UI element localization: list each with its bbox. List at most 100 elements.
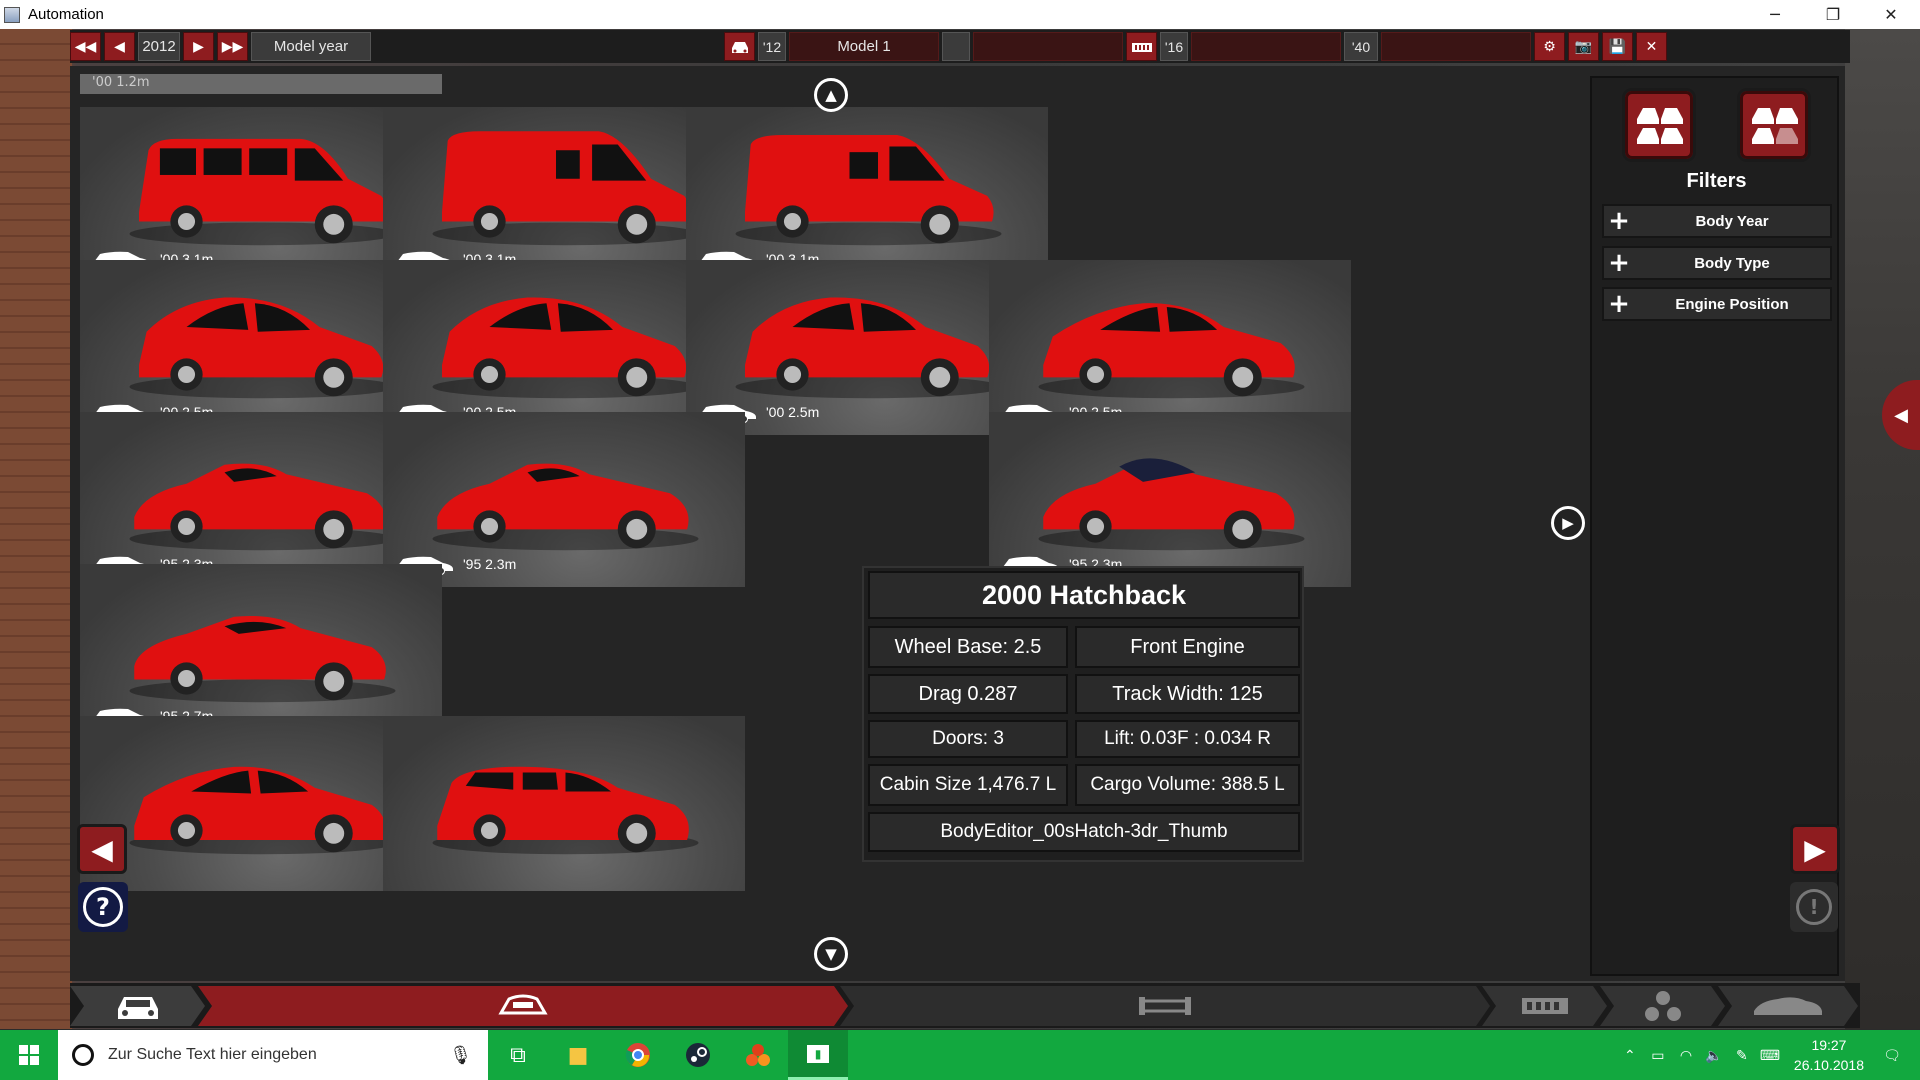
filter-label: Body Year: [1695, 212, 1769, 230]
engine-icon: [1131, 42, 1152, 52]
settings-button[interactable]: ⚙: [1534, 32, 1565, 61]
car-thumbnail: [129, 138, 396, 246]
filter-body-type[interactable]: + Body Type: [1602, 246, 1832, 280]
step-drivetrain[interactable]: [1600, 986, 1725, 1026]
body-card[interactable]: '00 3.1m: [686, 107, 1048, 282]
card-meta-text: '95 2.3m: [463, 556, 517, 572]
help-button[interactable]: ?: [78, 882, 128, 932]
previous-step-button[interactable]: ◀: [77, 824, 127, 874]
right-arrow-icon: ▶: [193, 38, 204, 55]
body-card[interactable]: '95 2.7m: [80, 564, 442, 739]
show-all-bodies-button[interactable]: [1622, 88, 1696, 162]
close-window-button[interactable]: ✕: [1862, 0, 1920, 29]
volume-icon[interactable]: 🔈: [1700, 1047, 1728, 1064]
clock-date: 26.10.2018: [1793, 1057, 1864, 1073]
partial-card[interactable]: '00 1.2m: [80, 74, 442, 94]
task-view-button[interactable]: ⧉: [488, 1030, 548, 1080]
camera-icon: 📷: [1574, 38, 1593, 55]
scroll-up-button[interactable]: ▲: [814, 78, 848, 112]
body-card[interactable]: '95 2.3m: [989, 412, 1351, 587]
start-button[interactable]: [0, 1030, 58, 1080]
body-card[interactable]: '00 2.5m: [989, 260, 1351, 435]
battery-icon[interactable]: ▭: [1644, 1047, 1672, 1064]
sort-dropdown[interactable]: Model year: [251, 32, 371, 61]
engine-name-field[interactable]: [1191, 32, 1341, 61]
scroll-down-button[interactable]: ▼: [814, 937, 848, 971]
year-field[interactable]: 2012: [138, 32, 180, 61]
engine-icon: [1518, 992, 1572, 1020]
variant-name-field[interactable]: [1381, 32, 1531, 61]
preview-play-button[interactable]: ▶: [1551, 506, 1585, 540]
minimize-button[interactable]: ─: [1746, 0, 1804, 29]
clock[interactable]: 19:27 26.10.2018: [1794, 1035, 1864, 1075]
window-title: Automation: [28, 6, 104, 23]
card-meta-text: '00 2.5m: [766, 404, 820, 420]
notifications-icon[interactable]: 🗨: [1878, 1047, 1906, 1064]
chrome-button[interactable]: [608, 1030, 668, 1080]
car-thumbnail: [432, 463, 699, 551]
body-selection-panel: '00 1.2m '00 3.1m '00 3.1m '00 3.1m '00 …: [70, 66, 1845, 981]
screenshot-button[interactable]: 📷: [1568, 32, 1599, 61]
origin-button[interactable]: [728, 1030, 788, 1080]
pen-icon[interactable]: ✎: [1728, 1047, 1756, 1064]
taskbar-search[interactable]: Zur Suche Text hier eingeben 🎙: [58, 1030, 488, 1080]
next-step-button[interactable]: ▶: [1790, 824, 1840, 874]
skip-back-button[interactable]: ◀◀: [70, 32, 101, 61]
year-prev-button[interactable]: ◀: [104, 32, 135, 61]
body-info-tooltip: 2000 Hatchback Wheel Base: 2.5 Front Eng…: [862, 566, 1304, 862]
save-button[interactable]: 💾: [1602, 32, 1633, 61]
left-arrow-icon: ◀: [91, 832, 113, 866]
file-explorer-button[interactable]: ■: [548, 1030, 608, 1080]
window-titlebar: Automation ─ ❐ ✕: [0, 0, 1920, 29]
windows-logo-icon: [19, 1045, 39, 1065]
cargo-volume: Cargo Volume: 388.5 L: [1075, 764, 1300, 806]
show-filtered-bodies-button[interactable]: [1737, 88, 1811, 162]
brick-wall: [0, 29, 72, 1029]
chevron-up-icon[interactable]: ⌃: [1616, 1047, 1644, 1064]
restore-button[interactable]: ❐: [1804, 0, 1862, 29]
automation-app-button[interactable]: ▮: [788, 1030, 848, 1080]
trim-slot[interactable]: [942, 32, 970, 61]
close-icon: ✕: [1645, 38, 1658, 55]
right-arrow-icon: ▶: [1804, 832, 1826, 866]
doors: Doors: 3: [868, 720, 1068, 758]
step-body[interactable]: [198, 986, 848, 1026]
double-right-arrow-icon: ▶▶: [221, 38, 244, 55]
model-car-button[interactable]: [724, 32, 755, 61]
variant-year-label: '40: [1344, 32, 1378, 61]
steam-button[interactable]: [668, 1030, 728, 1080]
filter-body-year[interactable]: + Body Year: [1602, 204, 1832, 238]
trim-name-field[interactable]: [973, 32, 1123, 61]
network-icon[interactable]: ◠: [1672, 1047, 1700, 1064]
cars-filter-icon: [1752, 108, 1798, 144]
year-next-button[interactable]: ▶: [183, 32, 214, 61]
clock-time: 19:27: [1811, 1037, 1847, 1053]
car-thumbnail: [432, 131, 699, 246]
chrome-icon: [625, 1043, 650, 1067]
engine-position: Front Engine: [1075, 626, 1300, 668]
step-model[interactable]: [70, 986, 205, 1026]
microphone-icon[interactable]: 🎙: [449, 1045, 472, 1066]
step-engine[interactable]: [1482, 986, 1607, 1026]
up-arrow-icon: ▲: [825, 86, 837, 104]
task-view-icon: ⧉: [510, 1042, 526, 1068]
model-name-field[interactable]: Model 1: [789, 32, 939, 61]
model-year-label: '12: [758, 32, 786, 61]
body-card[interactable]: '95 2.3m: [383, 412, 745, 587]
tooltip-title: 2000 Hatchback: [868, 571, 1300, 619]
top-toolbar: ◀◀ ◀ 2012 ▶ ▶▶ Model year '12 Model 1 '1…: [70, 30, 1850, 63]
plus-icon: +: [1608, 289, 1630, 319]
step-final[interactable]: [1718, 986, 1858, 1026]
warning-button[interactable]: !: [1790, 882, 1838, 932]
body-card[interactable]: [383, 716, 745, 891]
close-editor-button[interactable]: ✕: [1636, 32, 1667, 61]
engine-button[interactable]: [1126, 32, 1157, 61]
plus-icon: +: [1608, 248, 1630, 278]
asset-name: BodyEditor_00sHatch-3dr_Thumb: [868, 812, 1300, 852]
filter-label: Body Type: [1694, 254, 1770, 272]
help-label: ?: [83, 887, 123, 927]
filter-engine-position[interactable]: + Engine Position: [1602, 287, 1832, 321]
step-chassis[interactable]: [840, 986, 1490, 1026]
skip-forward-button[interactable]: ▶▶: [217, 32, 248, 61]
keyboard-icon[interactable]: ⌨: [1756, 1047, 1784, 1064]
